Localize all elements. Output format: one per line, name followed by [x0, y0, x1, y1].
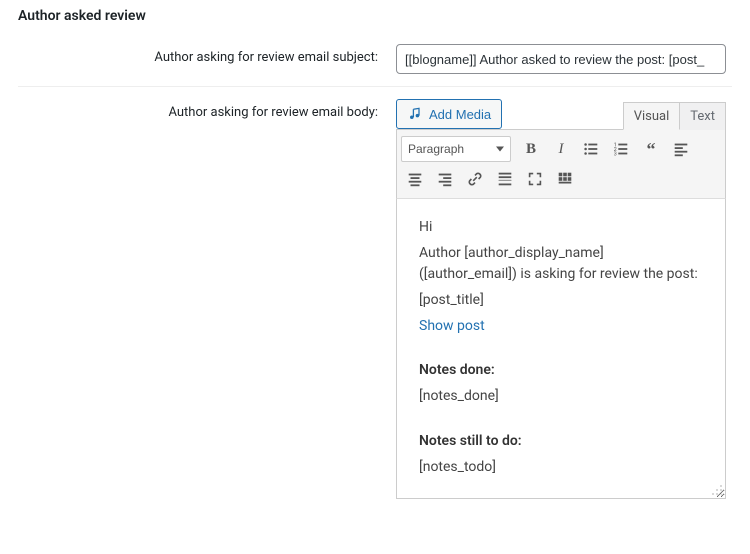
tab-text[interactable]: Text: [680, 102, 726, 130]
notes-done-value: [notes_done]: [419, 386, 703, 408]
numbered-list-icon[interactable]: 123: [607, 136, 635, 162]
body-line: [post_title]: [419, 290, 703, 312]
bullet-list-icon[interactable]: [577, 136, 605, 162]
editor-content[interactable]: Hi Author [author_display_name] ([author…: [396, 199, 726, 499]
body-line: Author [author_display_name] ([author_em…: [419, 243, 703, 286]
notes-todo-label: Notes still to do:: [419, 431, 703, 453]
align-left-icon[interactable]: [667, 136, 695, 162]
subject-label: Author asking for review email subject:: [18, 44, 396, 65]
italic-icon[interactable]: I: [547, 136, 575, 162]
link-icon[interactable]: [461, 166, 489, 192]
tab-visual[interactable]: Visual: [623, 102, 681, 130]
subject-row: Author asking for review email subject:: [18, 32, 732, 87]
body-row: Author asking for review email body: Add…: [18, 87, 732, 511]
notes-todo-value: [notes_todo]: [419, 457, 703, 479]
insert-more-icon[interactable]: [491, 166, 519, 192]
editor-tabs: Visual Text: [623, 101, 726, 129]
rich-editor: Add Media Visual Text Paragraph B I: [396, 99, 726, 499]
blockquote-icon[interactable]: “: [637, 136, 665, 162]
format-select[interactable]: Paragraph: [401, 136, 511, 162]
resize-handle-icon[interactable]: [711, 484, 723, 496]
show-post-link[interactable]: Show post: [419, 318, 485, 334]
notes-done-label: Notes done:: [419, 360, 703, 382]
fullscreen-icon[interactable]: [521, 166, 549, 192]
align-center-icon[interactable]: [401, 166, 429, 192]
svg-text:3: 3: [614, 151, 617, 157]
align-right-icon[interactable]: [431, 166, 459, 192]
add-media-button[interactable]: Add Media: [396, 99, 502, 129]
music-note-icon: [407, 106, 423, 122]
subject-input[interactable]: [396, 44, 726, 74]
add-media-label: Add Media: [429, 107, 491, 122]
body-label: Author asking for review email body:: [18, 99, 396, 120]
editor-toolbar: Paragraph B I 123 “: [396, 129, 726, 199]
section-heading: Author asked review: [18, 8, 732, 24]
body-line: Hi: [419, 217, 703, 239]
bold-icon[interactable]: B: [517, 136, 545, 162]
toolbar-toggle-icon[interactable]: [551, 166, 579, 192]
